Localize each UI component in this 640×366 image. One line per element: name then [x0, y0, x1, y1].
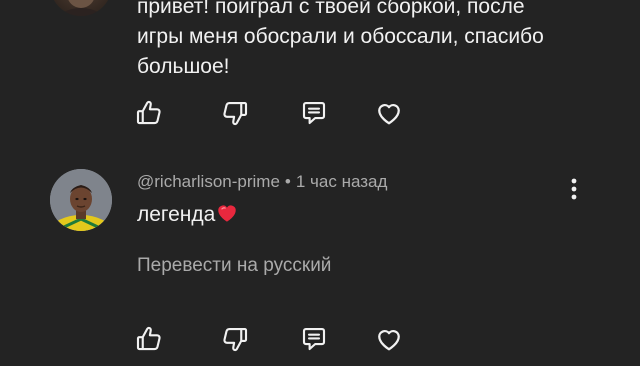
dislike-button[interactable]: [220, 324, 250, 354]
comment-text: привет! поиграл с твоей сборкой, после и…: [137, 0, 577, 82]
comment-item: привет! поиграл с твоей сборкой, после и…: [0, 0, 640, 140]
like-button[interactable]: [134, 324, 164, 354]
heart-button[interactable]: [374, 324, 404, 354]
heart-outline-icon: [378, 104, 400, 125]
meta-separator: •: [284, 172, 291, 191]
translate-link[interactable]: Перевести на русский: [137, 253, 331, 279]
comment-actions: [0, 92, 640, 132]
more-vertical-icon: [571, 178, 577, 200]
reply-button[interactable]: [299, 98, 329, 128]
heart-button[interactable]: [374, 98, 404, 128]
comment-meta: @richarlison-prime • 1 час назад: [137, 170, 387, 194]
reply-button[interactable]: [299, 324, 329, 354]
comment-text-line: большое!: [137, 55, 230, 78]
reply-icon: [302, 327, 326, 351]
thumb-up-icon: [136, 100, 161, 125]
comment-time: 1 час назад: [295, 172, 388, 191]
thumb-down-icon: [223, 327, 248, 352]
comment-text-line: привет! поиграл с твоей сборкой, после: [137, 0, 525, 18]
comment-item: @richarlison-prime • 1 час назад легенда П…: [0, 160, 640, 366]
avatar[interactable]: [50, 0, 112, 16]
comment-text: легенда: [137, 200, 238, 230]
heart-outline-icon: [378, 330, 400, 351]
heart-emoji: [216, 202, 238, 224]
comment-actions: [0, 318, 640, 358]
thumb-up-icon: [136, 326, 161, 351]
dislike-button[interactable]: [220, 98, 250, 128]
like-button[interactable]: [134, 98, 164, 128]
comment-text-line: игры меня обосрали и обоссали, спасибо: [137, 25, 544, 48]
comments-list: привет! поиграл с твоей сборкой, после и…: [0, 0, 640, 366]
comment-author[interactable]: @richarlison-prime: [137, 172, 280, 191]
comment-text-line: легенда: [137, 203, 216, 226]
avatar[interactable]: [50, 169, 112, 231]
reply-icon: [302, 101, 326, 125]
comment-menu-button[interactable]: [561, 174, 587, 204]
thumb-down-icon: [223, 101, 248, 126]
